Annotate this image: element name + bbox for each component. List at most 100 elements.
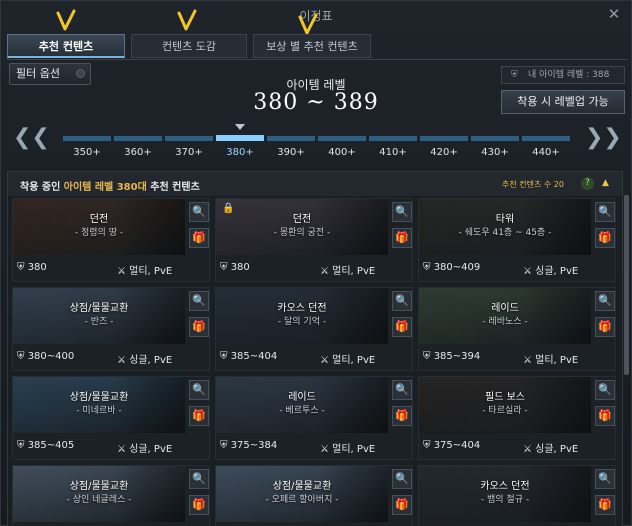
gift-icon[interactable]: 🎁 (595, 317, 615, 337)
content-card[interactable]: 상점/물물교환 - 반즈 - 🔍 🎁 ⛨ 380~400 ⚔ 싱글, PvE (12, 287, 210, 371)
level-scale-label[interactable]: 420+ (419, 147, 469, 158)
card-mode: ⚔ 싱글, PvE (117, 351, 172, 366)
level-scale-segment[interactable] (216, 135, 264, 141)
content-card[interactable]: 필드 보스 - 타르실라 - 🔍 🎁 ⛨ 375~404 ⚔ 싱글, PvE (418, 376, 616, 460)
level-scale-label[interactable]: 430+ (470, 147, 520, 158)
content-card[interactable]: 던전 - 정령의 땅 - 🔍 🎁 ⛨ 380 ⚔ 멀티, PvE (12, 198, 210, 282)
search-icon[interactable]: 🔍 (595, 202, 615, 222)
level-scale-label[interactable]: 360+ (113, 147, 163, 158)
swords-icon: ⚔ (320, 266, 329, 277)
card-level: ⛨ 385~404 (220, 351, 277, 362)
gift-icon[interactable]: 🎁 (392, 406, 412, 426)
helmet-icon: ⛨ (423, 440, 431, 451)
content-type: 상점/물물교환 (272, 481, 332, 492)
search-icon[interactable]: 🔍 (595, 469, 615, 489)
search-icon[interactable]: 🔍 (189, 291, 209, 311)
swords-icon: ⚔ (320, 355, 329, 366)
content-type: 필드 보스 (485, 392, 525, 403)
collapse-icon[interactable]: ▲ (602, 178, 609, 188)
card-mode-value: 싱글, PvE (129, 444, 173, 455)
card-footer: ⛨ 375~384 ⚔ 멀티, PvE (216, 437, 412, 459)
card-level: ⛨ 380 (220, 262, 250, 273)
level-scale-segment[interactable] (318, 136, 366, 141)
level-scale-label[interactable]: 350+ (62, 147, 112, 158)
gift-icon[interactable]: 🎁 (392, 495, 412, 515)
section-title-prefix: 착용 중인 (20, 182, 64, 193)
level-scale-label[interactable]: 370+ (164, 147, 214, 158)
level-scale-segment[interactable] (165, 136, 213, 141)
content-name: - 쉐도우 41층 ~ 45층 - (458, 228, 552, 238)
level-scale-label[interactable]: 380+ (215, 147, 265, 158)
content-card[interactable]: 레이드 - 베르투스 - 🔍 🎁 ⛨ 375~384 ⚔ 멀티, PvE (215, 376, 413, 460)
help-icon[interactable]: ? (581, 177, 594, 190)
content-type: 레이드 (491, 303, 519, 314)
scrollbar-thumb[interactable] (624, 195, 629, 375)
search-icon[interactable]: 🔍 (392, 202, 412, 222)
gift-icon[interactable]: 🎁 (595, 406, 615, 426)
content-thumbnail: 카오스 던전 - 뱀의 절규 - (419, 466, 591, 522)
level-scale-label[interactable]: 390+ (266, 147, 316, 158)
level-scale-segment[interactable] (420, 136, 468, 141)
card-footer: ⛨ 380~409 ⚔ 싱글, PvE (419, 259, 615, 281)
gift-icon[interactable]: 🎁 (189, 228, 209, 248)
gift-icon[interactable]: 🎁 (595, 495, 615, 515)
search-icon[interactable]: 🔍 (392, 291, 412, 311)
gift-icon[interactable]: 🎁 (189, 317, 209, 337)
card-mode-value: 싱글, PvE (129, 355, 173, 366)
level-scale-segment[interactable] (522, 136, 570, 141)
search-icon[interactable]: 🔍 (392, 380, 412, 400)
section-header: 착용 중인 아이템 레벨 380대 추천 컨텐츠 추천 컨텐츠 수 20 ? ▲ (8, 172, 622, 196)
content-card[interactable]: 상점/물물교환 - 오페르 할아버지 - 🔍 🎁 (215, 465, 413, 526)
content-name: - 정령의 땅 - (74, 228, 124, 238)
tab-reward-recommended[interactable]: 보상 별 추천 컨텐츠 (253, 34, 371, 58)
card-footer: ⛨ 385~405 ⚔ 싱글, PvE (13, 437, 209, 459)
content-thumbnail: 필드 보스 - 타르실라 - (419, 377, 591, 433)
content-type: 상점/물물교환 (69, 303, 129, 314)
checkmark-icon (56, 9, 76, 31)
content-name: - 몽환의 궁전 - (273, 228, 331, 238)
card-level: ⛨ 380~400 (17, 351, 74, 362)
level-scale-label[interactable]: 410+ (368, 147, 418, 158)
search-icon[interactable]: 🔍 (595, 380, 615, 400)
level-scale-segment[interactable] (114, 136, 162, 141)
level-scale-segment[interactable] (267, 136, 315, 141)
search-icon[interactable]: 🔍 (189, 202, 209, 222)
content-card[interactable]: 상점/물물교환 - 미네르바 - 🔍 🎁 ⛨ 385~405 ⚔ 싱글, PvE (12, 376, 210, 460)
content-card[interactable]: 상점/물물교환 - 상인 네글레스 - 🔍 🎁 (12, 465, 210, 526)
scroll-left-icon[interactable]: ❮❮ (13, 125, 50, 150)
content-card[interactable]: 타워 - 쉐도우 41층 ~ 45층 - 🔍 🎁 ⛨ 380~409 ⚔ 싱글, PvE (418, 198, 616, 282)
search-icon[interactable]: 🔍 (189, 469, 209, 489)
level-scale: 350+ 360+ 370+ 380+ 390+ 400+ 410+ 420+ 430+ 440+ (63, 134, 571, 164)
card-level-value: 380 (27, 262, 47, 273)
content-thumbnail: 상점/물물교환 - 반즈 - (13, 288, 185, 344)
content-type: 상점/물물교환 (69, 392, 129, 403)
content-card[interactable]: 레이드 - 레바노스 - 🔍 🎁 ⛨ 385~394 ⚔ 멀티, PvE (418, 287, 616, 371)
close-icon[interactable]: ✕ (605, 5, 623, 23)
card-level-value: 380~400 (27, 351, 75, 362)
milestone-window: 이정표 ✕ 추천 컨텐츠 컨텐츠 도감 보상 별 추천 컨텐츠 필터 옵션 아이… (0, 0, 632, 526)
gift-icon[interactable]: 🎁 (189, 495, 209, 515)
tab-recommended[interactable]: 추천 컨텐츠 (7, 34, 125, 58)
levelup-on-equip-button[interactable]: 착용 시 레벨업 가능 (501, 90, 625, 114)
scroll-right-icon[interactable]: ❯❯ (585, 125, 622, 150)
gift-icon[interactable]: 🎁 (595, 228, 615, 248)
card-mode: ⚔ 멀티, PvE (320, 351, 375, 366)
content-thumbnail: 레이드 - 레바노스 - (419, 288, 591, 344)
level-scale-segment[interactable] (471, 136, 519, 141)
tab-content-codex[interactable]: 컨텐츠 도감 (131, 34, 247, 58)
gift-icon[interactable]: 🎁 (392, 317, 412, 337)
content-card[interactable]: 🔒 던전 - 몽환의 궁전 - 🔍 🎁 ⛨ 380 ⚔ 멀티, PvE (215, 198, 413, 282)
content-thumbnail: 🔒 던전 - 몽환의 궁전 - (216, 199, 388, 255)
search-icon[interactable]: 🔍 (189, 380, 209, 400)
gift-icon[interactable]: 🎁 (189, 406, 209, 426)
section-title-suffix: 추천 컨텐츠 (146, 182, 200, 193)
level-scale-label[interactable]: 440+ (521, 147, 571, 158)
search-icon[interactable]: 🔍 (392, 469, 412, 489)
level-scale-segment[interactable] (369, 136, 417, 141)
level-scale-segment[interactable] (63, 136, 111, 141)
gift-icon[interactable]: 🎁 (392, 228, 412, 248)
level-scale-label[interactable]: 400+ (317, 147, 367, 158)
search-icon[interactable]: 🔍 (595, 291, 615, 311)
content-card[interactable]: 카오스 던전 - 달의 기억 - 🔍 🎁 ⛨ 385~404 ⚔ 멀티, PvE (215, 287, 413, 371)
content-card[interactable]: 카오스 던전 - 뱀의 절규 - 🔍 🎁 (418, 465, 616, 526)
